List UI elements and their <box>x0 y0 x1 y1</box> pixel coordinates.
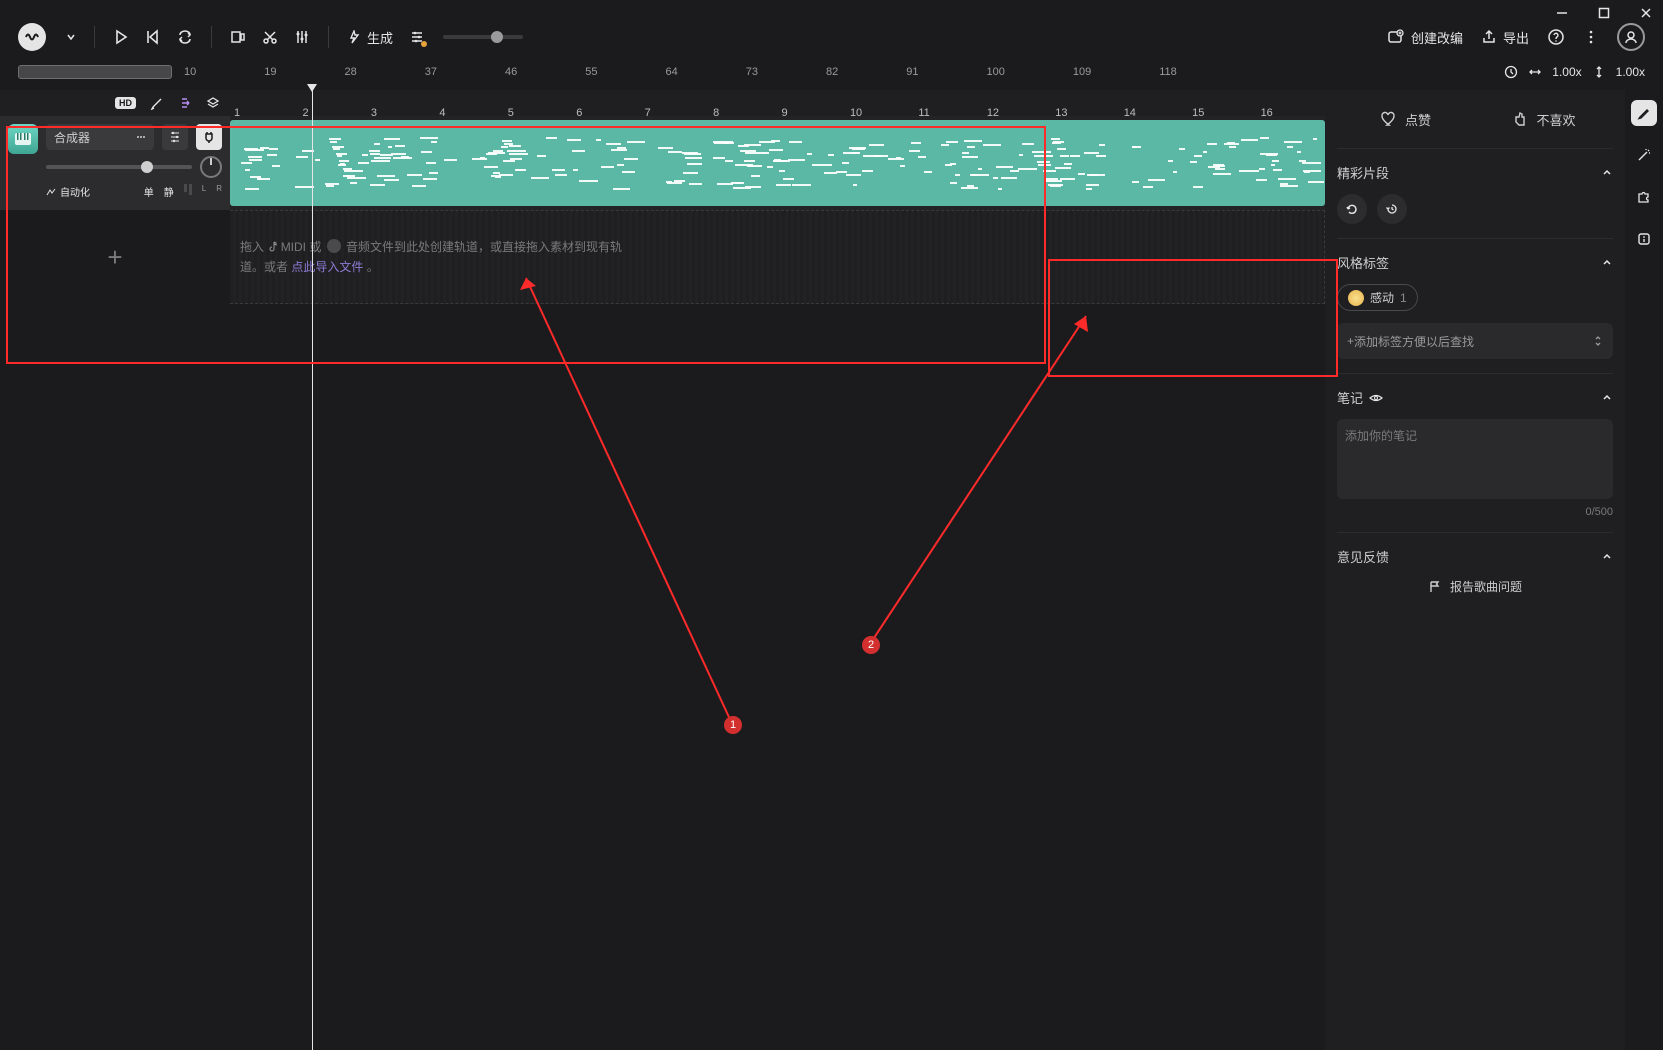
report-label: 报告歌曲问题 <box>1450 578 1522 595</box>
magic-wand-button[interactable] <box>1631 142 1657 168</box>
regenerate-highlight-button[interactable] <box>1337 194 1367 224</box>
collapse-icon[interactable] <box>1601 392 1613 404</box>
profile-button[interactable] <box>1617 23 1645 51</box>
generate-button[interactable]: 生成 <box>347 28 393 47</box>
separator <box>211 26 212 48</box>
import-file-link[interactable]: 点此导入文件 <box>291 260 363 274</box>
visibility-icon[interactable] <box>1369 391 1383 405</box>
separator <box>328 26 329 48</box>
dropzone-text: 拖入 MIDI 或 音频文件到此处创建轨道，或直接拖入素材到现有轨道。或者 点此… <box>240 237 640 278</box>
track-name-dropdown[interactable]: 合成器 <box>46 124 154 150</box>
generate-label: 生成 <box>367 28 393 47</box>
audio-badge-icon <box>327 239 341 253</box>
feedback-heading: 意见反馈 <box>1337 547 1389 566</box>
solo-button[interactable]: 单 <box>144 184 154 199</box>
tag-count: 1 <box>1400 291 1407 305</box>
cut-button[interactable] <box>262 29 278 45</box>
automation-toggle[interactable]: 自动化 <box>46 184 90 199</box>
like-button[interactable]: 点赞 <box>1337 90 1475 148</box>
more-menu-button[interactable] <box>1583 29 1599 45</box>
track-plugin-button[interactable] <box>196 124 222 150</box>
track-name-label: 合成器 <box>54 129 90 146</box>
info-button[interactable] <box>1631 226 1657 252</box>
notes-heading: 笔记 <box>1337 388 1363 407</box>
tempo-slider[interactable] <box>443 35 523 39</box>
separator <box>94 26 95 48</box>
highlights-heading: 精彩片段 <box>1337 163 1389 182</box>
pan-l-label: L <box>202 184 206 199</box>
like-label: 点赞 <box>1405 110 1431 129</box>
app-menu-chevron-icon[interactable] <box>66 32 76 42</box>
pan-r-label: R <box>216 184 222 199</box>
report-issue-button[interactable]: 报告歌曲问题 <box>1337 578 1613 595</box>
track-settings-button[interactable] <box>162 124 188 150</box>
notes-textarea[interactable] <box>1337 419 1613 499</box>
filter-settings-button[interactable] <box>409 29 425 45</box>
emotion-emoji-icon <box>1348 290 1364 306</box>
instrument-icon[interactable] <box>8 124 38 154</box>
collapse-icon[interactable] <box>1601 167 1613 179</box>
create-variation-label: 创建改编 <box>1411 28 1463 47</box>
add-tag-input[interactable]: + 添加标签方便以后查找 <box>1337 323 1613 359</box>
midi-clip[interactable] <box>230 120 1325 206</box>
pan-knob[interactable] <box>200 156 222 178</box>
snap-icon[interactable] <box>178 96 192 110</box>
loop-button[interactable] <box>177 29 193 45</box>
track-lane[interactable] <box>230 116 1325 210</box>
hd-badge[interactable]: HD <box>115 97 136 109</box>
zoom-h-value: 1.00x <box>1552 65 1581 79</box>
puzzle-button[interactable] <box>1631 184 1657 210</box>
overview-range[interactable] <box>18 65 172 79</box>
dislike-button[interactable]: 不喜欢 <box>1475 90 1613 148</box>
collapse-icon[interactable] <box>1601 257 1613 269</box>
create-variation-button[interactable]: 创建改编 <box>1387 28 1463 47</box>
add-track-button[interactable]: + <box>107 242 122 273</box>
export-label: 导出 <box>1503 28 1529 47</box>
export-button[interactable]: 导出 <box>1481 28 1529 47</box>
note-icon <box>267 241 277 253</box>
collapse-icon[interactable] <box>1601 551 1613 563</box>
volume-slider[interactable] <box>46 165 192 169</box>
play-button[interactable] <box>113 29 129 45</box>
help-button[interactable] <box>1547 28 1565 46</box>
dropzone[interactable]: 拖入 MIDI 或 音频文件到此处创建轨道，或直接拖入素材到现有轨道。或者 点此… <box>230 210 1325 304</box>
draw-tool-icon[interactable] <box>150 96 164 110</box>
style-tags-heading: 风格标签 <box>1337 253 1389 272</box>
style-tag-chip[interactable]: 感动 1 <box>1337 284 1418 311</box>
tag-label: 感动 <box>1370 289 1394 306</box>
mute-button[interactable]: 静 <box>164 184 174 199</box>
zoom-v-value: 1.00x <box>1616 65 1645 79</box>
selection-tool-button[interactable] <box>230 29 246 45</box>
skip-back-button[interactable] <box>145 29 161 45</box>
chevron-down-icon <box>136 132 146 142</box>
updown-icon <box>1593 334 1603 348</box>
app-logo-button[interactable] <box>18 23 46 51</box>
history-button[interactable] <box>1377 194 1407 224</box>
notes-counter: 0/500 <box>1337 506 1613 518</box>
dislike-label: 不喜欢 <box>1536 110 1575 129</box>
track-header: 合成器 自动化 单 静 <box>0 116 230 210</box>
overview-ticks: 10192837465564738291100109118 <box>184 66 1492 78</box>
zoom-v-icon[interactable] <box>1592 65 1606 79</box>
mixer-button[interactable] <box>294 29 310 45</box>
zoom-h-icon[interactable] <box>1528 65 1542 79</box>
clock-icon[interactable] <box>1504 65 1518 79</box>
level-meter <box>184 184 192 199</box>
edit-tool-button[interactable] <box>1631 100 1657 126</box>
layers-icon[interactable] <box>206 96 220 110</box>
